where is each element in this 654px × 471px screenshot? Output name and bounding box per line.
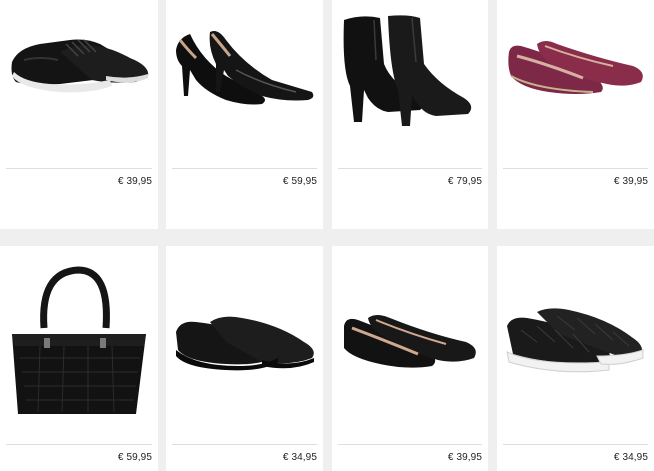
product-price: € 59,95 bbox=[117, 452, 152, 463]
black-ballet-flat-icon[interactable] bbox=[332, 246, 488, 441]
product-price: € 39,95 bbox=[447, 452, 482, 463]
product-card-black-flat[interactable]: € 39,95 bbox=[332, 246, 488, 471]
product-card-croc-slip-on[interactable]: € 34,95 bbox=[497, 246, 654, 471]
divider bbox=[503, 168, 648, 169]
divider bbox=[6, 168, 152, 169]
divider bbox=[172, 444, 317, 445]
product-card-pump[interactable]: € 59,95 bbox=[166, 0, 323, 229]
black-patent-pump-icon[interactable] bbox=[166, 0, 323, 165]
product-price: € 34,95 bbox=[282, 452, 317, 463]
croc-slip-on-sneaker-icon[interactable] bbox=[497, 246, 654, 441]
product-price: € 59,95 bbox=[282, 176, 317, 187]
divider bbox=[172, 168, 317, 169]
divider bbox=[338, 168, 482, 169]
divider bbox=[503, 444, 648, 445]
product-price: € 34,95 bbox=[613, 452, 648, 463]
product-card-handbag[interactable]: € 59,95 bbox=[0, 246, 158, 471]
product-card-sneaker[interactable]: € 39,95 bbox=[0, 0, 158, 229]
black-ankle-boot-icon[interactable] bbox=[332, 0, 488, 165]
product-card-boot[interactable]: € 79,95 bbox=[332, 0, 488, 229]
product-card-slip-on[interactable]: € 34,95 bbox=[166, 246, 323, 471]
product-grid: € 39,95 € 59,95 € 79,95 € 39,95 € 59,95 … bbox=[0, 0, 654, 471]
divider bbox=[6, 444, 152, 445]
product-price: € 79,95 bbox=[447, 176, 482, 187]
black-croc-handbag-icon[interactable] bbox=[0, 246, 158, 441]
product-price: € 39,95 bbox=[117, 176, 152, 187]
divider bbox=[338, 444, 482, 445]
product-price: € 39,95 bbox=[613, 176, 648, 187]
burgundy-ballet-flat-icon[interactable] bbox=[497, 0, 654, 165]
black-slip-on-shoe-icon[interactable] bbox=[166, 246, 323, 441]
black-sneaker-icon[interactable] bbox=[0, 0, 158, 165]
product-card-burgundy-flat[interactable]: € 39,95 bbox=[497, 0, 654, 229]
